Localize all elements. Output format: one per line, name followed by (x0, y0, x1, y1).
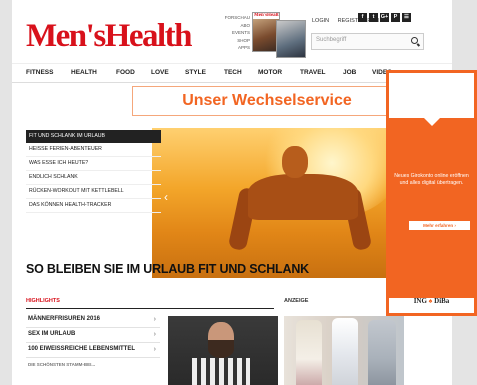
top-link-events[interactable]: EVENTS (206, 29, 250, 37)
highlight-item-label: DIE SCHÖNSTEN STAMM-BEI... (28, 362, 96, 367)
ad-notch (423, 118, 440, 126)
teaser-item[interactable]: DAS KÖNNEN HEALTH-TRACKER (26, 199, 161, 213)
nav-item-style[interactable]: STYLE (185, 69, 206, 76)
login-link[interactable]: LOGIN (312, 18, 329, 24)
top-link-abo[interactable]: ABO (206, 22, 250, 30)
ad-brand-logo: ING ♠ DiBa (389, 297, 474, 305)
hero-title[interactable]: SO BLEIBEN SIE IM URLAUB FIT UND SCHLANK (26, 262, 309, 276)
photo-model (368, 320, 396, 385)
nav-item-fitness[interactable]: FITNESS (26, 69, 53, 76)
nav-item-health[interactable]: HEALTH (71, 69, 97, 76)
rss-icon[interactable]: ☰ (402, 13, 411, 22)
chevron-right-icon: › (153, 331, 156, 338)
highlight-item[interactable]: SEX IM URLAUB › (26, 328, 160, 343)
magazine-cover-title: Men'sHealth (253, 13, 279, 19)
promo-banner-text: Unser Wechselservice (182, 92, 352, 109)
anzeige-photo[interactable] (284, 316, 404, 385)
facebook-icon[interactable]: f (358, 13, 367, 22)
highlight-item[interactable]: DIE SCHÖNSTEN STAMM-BEI... (26, 358, 160, 372)
highlight-item-label: SEX IM URLAUB (28, 331, 76, 337)
ing-diba-ad[interactable]: Neues Girokonto online eröffnen und alle… (386, 70, 477, 316)
hero-person (248, 174, 358, 220)
carousel-prev-icon[interactable]: ‹ (164, 190, 168, 204)
nav-item-travel[interactable]: TRAVEL (300, 69, 326, 76)
photo-shirt (192, 358, 250, 385)
teaser-item[interactable]: ENDLICH SCHLANK (26, 171, 161, 185)
promo-banner[interactable]: Unser Wechselservice (132, 86, 402, 116)
top-link-shop[interactable]: SHOP (206, 37, 250, 45)
nav-item-love[interactable]: LOVE (151, 69, 169, 76)
top-links: FORSCHAU ABO EVENTS SHOP APPS (206, 14, 250, 52)
chevron-right-icon: › (153, 346, 156, 353)
teaser-list: FIT UND SCHLANK IM URLAUB HEISSE FERIEN-… (26, 130, 161, 213)
photo-model (296, 320, 322, 385)
mens-health-logo[interactable]: Men'sHealth (26, 20, 192, 53)
chevron-right-icon: › (153, 316, 156, 323)
ad-more-button[interactable]: Mehr erfahren › (409, 221, 470, 230)
search-icon[interactable] (411, 37, 418, 44)
search-input[interactable]: Suchbegriff (311, 33, 424, 50)
top-link-forschau[interactable]: FORSCHAU (206, 14, 250, 22)
hero-person-head (282, 146, 308, 178)
google-plus-icon[interactable]: G+ (380, 13, 389, 22)
teaser-item[interactable]: HEISSE FERIEN-ABENTEUER (26, 143, 161, 157)
search-placeholder: Suchbegriff (316, 37, 347, 43)
divider (26, 308, 274, 309)
highlight-item-label: MÄNNERFRISUREN 2016 (28, 316, 101, 322)
ad-copy: Neues Girokonto online eröffnen und alle… (394, 173, 469, 186)
top-link-apps[interactable]: APPS (206, 44, 250, 52)
ad-brand-left: ING (413, 297, 427, 305)
social-links: f t G+ P ☰ (358, 13, 411, 22)
highlight-item-label: 100 EIWEISSREICHE LEBENSMITTEL (28, 346, 136, 352)
photo-model (332, 318, 358, 385)
highlight-item[interactable]: MÄNNERFRISUREN 2016 › (26, 313, 160, 328)
highlight-item[interactable]: 100 EIWEISSREICHE LEBENSMITTEL › (26, 343, 160, 358)
highlight-photo[interactable] (168, 316, 278, 385)
hero-image[interactable]: ‹ (152, 128, 410, 278)
nav-item-food[interactable]: FOOD (116, 69, 135, 76)
teaser-item[interactable]: WAS ESSE ICH HEUTE? (26, 157, 161, 171)
magazine-cover[interactable] (276, 20, 306, 58)
nav-item-job[interactable]: JOB (343, 69, 356, 76)
ad-brand-right: DiBa (434, 297, 450, 305)
highlights-heading: HIGHLIGHTS (26, 298, 60, 304)
photo-beard (208, 340, 234, 358)
ad-orange-panel (389, 118, 474, 298)
teaser-item-active[interactable]: FIT UND SCHLANK IM URLAUB (26, 130, 161, 143)
pinterest-icon[interactable]: P (391, 13, 400, 22)
twitter-icon[interactable]: t (369, 13, 378, 22)
highlights-list: MÄNNERFRISUREN 2016 › SEX IM URLAUB › 10… (26, 313, 160, 372)
anzeige-heading: ANZEIGE (284, 298, 309, 304)
magazine-covers[interactable]: Men'sHealth (252, 12, 308, 58)
nav-item-motor[interactable]: MOTOR (258, 69, 282, 76)
lion-icon: ♠ (428, 297, 433, 305)
nav-item-tech[interactable]: TECH (224, 69, 242, 76)
teaser-item[interactable]: RÜCKEN-WORKOUT MIT KETTLEBELL (26, 185, 161, 199)
